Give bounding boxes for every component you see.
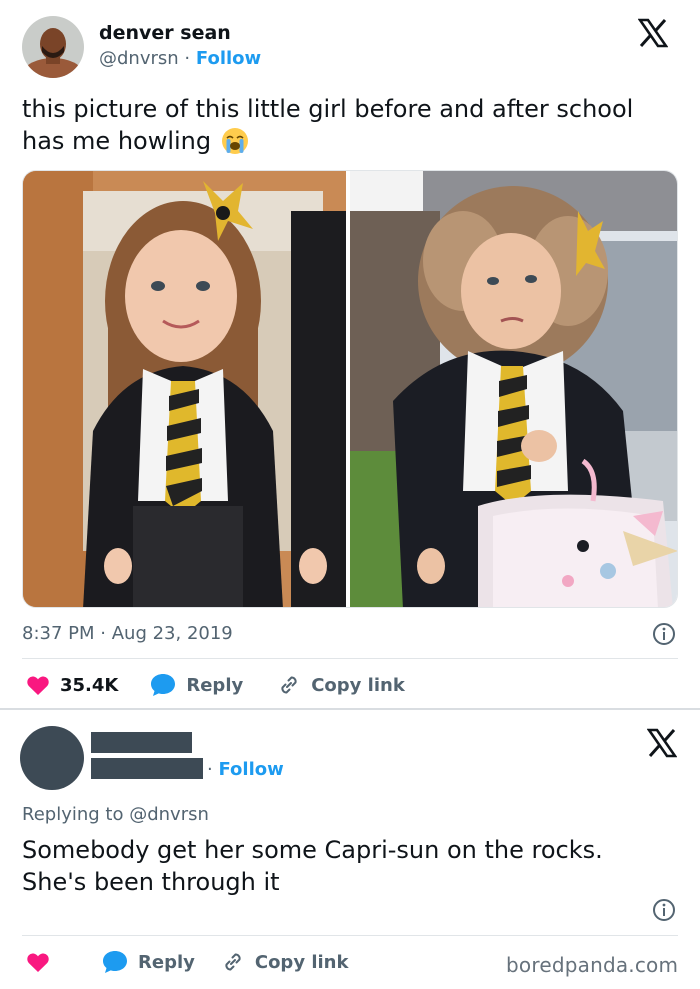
copy-link-label: Copy link bbox=[311, 674, 405, 696]
separator-dot: · bbox=[100, 623, 106, 644]
replying-to-handle[interactable]: @dnvrsn bbox=[129, 804, 209, 825]
reply-button[interactable]: Reply bbox=[150, 673, 243, 697]
reply-text-line-1: Somebody get her some Capri-sun on the r… bbox=[22, 836, 603, 864]
tweet-text: this picture of this little girl before … bbox=[22, 93, 682, 157]
divider bbox=[22, 658, 678, 659]
author-handle-row: @dnvrsn · Follow bbox=[99, 48, 261, 69]
divider bbox=[22, 935, 678, 936]
reply-text-line-2: She's been through it bbox=[22, 868, 280, 896]
author-avatar[interactable] bbox=[22, 16, 84, 78]
tweet-text-line-1: this picture of this little girl before … bbox=[22, 95, 634, 123]
copy-link-button[interactable]: Copy link bbox=[221, 950, 349, 974]
redacted-handle bbox=[91, 758, 203, 779]
link-icon bbox=[281, 676, 297, 694]
follow-button[interactable]: Follow bbox=[196, 48, 261, 69]
x-logo-icon[interactable] bbox=[637, 18, 669, 48]
like-button[interactable]: 35.4K bbox=[26, 674, 118, 696]
tweet-actions: 35.4K Reply Copy link bbox=[26, 672, 405, 698]
loudly-crying-face-icon bbox=[221, 127, 249, 155]
link-icon bbox=[225, 953, 241, 971]
copy-link-label: Copy link bbox=[254, 951, 349, 973]
speech-bubble-icon bbox=[151, 674, 176, 696]
reply-text: Somebody get her some Capri-sun on the r… bbox=[22, 834, 682, 898]
info-icon[interactable] bbox=[652, 622, 676, 646]
speech-bubble-icon bbox=[103, 951, 127, 973]
replying-to: Replying to @dnvrsn bbox=[22, 804, 209, 825]
watermark: boredpanda.com bbox=[506, 953, 679, 977]
tweet-card: denver sean @dnvrsn · Follow this pictur… bbox=[0, 0, 700, 708]
redacted-name bbox=[91, 732, 192, 753]
separator-dot: · bbox=[184, 48, 191, 69]
author-handle[interactable]: @dnvrsn bbox=[99, 48, 179, 69]
info-icon[interactable] bbox=[652, 898, 676, 922]
heart-icon bbox=[27, 953, 49, 972]
reply-label: Reply bbox=[186, 674, 244, 696]
photo-before-school bbox=[23, 171, 346, 607]
heart-icon bbox=[27, 676, 49, 695]
reply-follow-row: · Follow bbox=[207, 759, 284, 780]
reply-author-avatar[interactable] bbox=[20, 726, 84, 790]
like-button[interactable] bbox=[26, 951, 60, 973]
reply-follow-button[interactable]: Follow bbox=[218, 759, 283, 780]
reply-button[interactable]: Reply bbox=[102, 950, 195, 974]
like-count: 35.4K bbox=[60, 674, 119, 696]
tweet-time: 8:37 PM bbox=[22, 623, 95, 644]
tweet-date: Aug 23, 2019 bbox=[111, 623, 233, 644]
photo-after-school bbox=[350, 171, 677, 607]
replying-to-prefix: Replying to bbox=[22, 804, 124, 825]
author-name[interactable]: denver sean bbox=[99, 22, 231, 44]
tweet-timestamp[interactable]: 8:37 PM · Aug 23, 2019 bbox=[22, 623, 233, 644]
reply-actions: Reply Copy link bbox=[26, 949, 348, 975]
reply-label: Reply bbox=[138, 951, 195, 973]
reply-tweet-card: · Follow Replying to @dnvrsn Somebody ge… bbox=[0, 710, 700, 989]
separator-dot: · bbox=[207, 759, 213, 780]
tweet-photo[interactable] bbox=[22, 170, 678, 608]
copy-link-button[interactable]: Copy link bbox=[277, 673, 405, 697]
x-logo-icon[interactable] bbox=[646, 728, 678, 758]
tweet-text-line-2: has me howling bbox=[22, 127, 212, 155]
